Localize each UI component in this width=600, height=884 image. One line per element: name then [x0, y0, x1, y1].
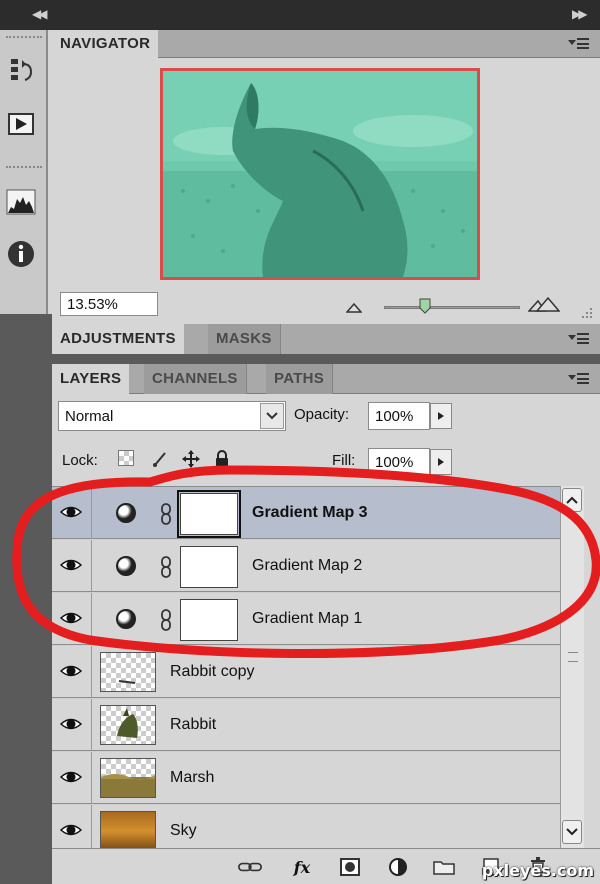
tab-channels[interactable]: CHANNELS	[144, 364, 247, 394]
adjustment-layer-icon	[116, 503, 136, 523]
grip-handle[interactable]	[6, 36, 42, 40]
lock-brush-icon[interactable]	[152, 450, 170, 471]
eye-icon[interactable]	[60, 715, 82, 733]
eye-icon[interactable]	[60, 503, 82, 521]
lock-transparency-icon[interactable]	[118, 450, 136, 468]
layer-row[interactable]: Marsh	[52, 752, 560, 804]
layer-row[interactable]: Gradient Map 1	[52, 593, 560, 645]
fill-arrow-icon[interactable]	[430, 449, 452, 475]
layer-mask-thumbnail[interactable]	[180, 599, 238, 641]
preview-image	[163, 71, 477, 277]
layer-thumbnail[interactable]	[100, 758, 156, 798]
lock-all-icon[interactable]	[214, 450, 230, 471]
panel-menu-icon[interactable]	[568, 373, 590, 385]
layers-header: LAYERS CHANNELS PATHS	[52, 364, 600, 394]
layer-thumbnail[interactable]	[100, 811, 156, 851]
lock-label: Lock:	[62, 452, 98, 469]
double-chevron-right-icon[interactable]: ▶▶	[572, 7, 588, 21]
grip-handle[interactable]	[6, 166, 42, 170]
collapsed-panel-strip	[0, 30, 48, 314]
layer-name[interactable]: Rabbit	[170, 716, 216, 734]
tab-navigator[interactable]: NAVIGATOR	[52, 30, 159, 58]
layer-name[interactable]: Rabbit copy	[170, 663, 255, 681]
history-icon[interactable]	[5, 56, 37, 84]
zoom-slider-thumb[interactable]	[418, 298, 432, 314]
chain-link-icon[interactable]	[160, 503, 172, 525]
layer-row[interactable]: Rabbit copy	[52, 646, 560, 698]
visibility-cell[interactable]	[52, 487, 92, 539]
layer-name[interactable]: Gradient Map 2	[252, 557, 362, 575]
panel-menu-icon[interactable]	[568, 38, 590, 50]
resize-grip-icon[interactable]	[580, 306, 594, 322]
layer-name[interactable]: Marsh	[170, 769, 214, 787]
layer-mask-thumbnail[interactable]	[177, 490, 241, 538]
new-group-icon[interactable]	[432, 857, 456, 877]
eye-icon[interactable]	[60, 609, 82, 627]
scroll-up-icon[interactable]	[562, 488, 582, 512]
zoom-in-icon[interactable]	[527, 296, 561, 315]
layers-panel: LAYERS CHANNELS PATHS Normal Opacity: 10…	[52, 364, 600, 884]
layer-row[interactable]: Gradient Map 2	[52, 540, 560, 592]
zoom-field[interactable]: 13.53%	[60, 292, 158, 316]
navigator-panel: NAVIGATOR 13.53%	[52, 30, 600, 320]
fx-icon[interactable]: fx	[290, 857, 314, 877]
layer-row[interactable]: Gradient Map 3	[52, 487, 560, 539]
scroll-grip[interactable]	[568, 652, 578, 662]
chevron-down-icon[interactable]	[260, 403, 284, 429]
tab-adjustments[interactable]: ADJUSTMENTS	[52, 324, 184, 354]
eye-icon[interactable]	[60, 556, 82, 574]
eye-icon[interactable]	[60, 662, 82, 680]
layer-thumbnail[interactable]	[100, 652, 156, 692]
layer-row[interactable]: Rabbit	[52, 699, 560, 751]
lock-move-icon[interactable]	[182, 450, 200, 471]
watermark: pxleyes.com	[481, 861, 594, 880]
adjustment-layer-icon	[116, 556, 136, 576]
dock-background	[0, 314, 52, 884]
tab-layers[interactable]: LAYERS	[52, 364, 130, 394]
info-icon[interactable]	[5, 240, 37, 268]
layer-name[interactable]: Gradient Map 3	[252, 504, 368, 522]
new-adjustment-icon[interactable]	[386, 857, 410, 877]
opacity-label: Opacity:	[294, 406, 350, 423]
zoom-out-icon[interactable]	[345, 300, 363, 316]
link-layers-icon[interactable]	[238, 857, 262, 877]
fill-label: Fill:	[332, 452, 356, 469]
layer-name[interactable]: Sky	[170, 822, 197, 840]
tab-masks[interactable]: MASKS	[208, 324, 281, 354]
chain-link-icon[interactable]	[160, 556, 172, 578]
layers-scrollbar[interactable]	[560, 486, 584, 848]
histogram-icon[interactable]	[5, 188, 37, 216]
layer-thumbnail[interactable]	[100, 705, 156, 745]
blend-mode-value: Normal	[65, 408, 114, 425]
tab-paths[interactable]: PATHS	[266, 364, 334, 394]
fill-field[interactable]: 100%	[368, 448, 430, 476]
visibility-cell[interactable]	[52, 646, 92, 698]
eye-icon[interactable]	[60, 821, 82, 839]
actions-play-icon[interactable]	[5, 110, 37, 138]
layer-list: Gradient Map 3 Gradient Map 2 Gradient M…	[52, 486, 584, 857]
navigator-preview[interactable]	[160, 68, 480, 280]
fx-label: fx	[293, 857, 311, 877]
adjustment-layer-icon	[116, 609, 136, 629]
zoom-slider[interactable]	[384, 306, 520, 309]
visibility-cell[interactable]	[52, 699, 92, 751]
opacity-field[interactable]: 100%	[368, 402, 430, 430]
eye-icon[interactable]	[60, 768, 82, 786]
add-mask-icon[interactable]	[338, 857, 362, 877]
layer-name[interactable]: Gradient Map 1	[252, 610, 362, 628]
opacity-arrow-icon[interactable]	[430, 403, 452, 429]
panel-menu-icon[interactable]	[568, 333, 590, 345]
adjustments-panel-header: ADJUSTMENTS MASKS	[52, 324, 600, 354]
visibility-cell[interactable]	[52, 540, 92, 592]
blend-mode-select[interactable]: Normal	[58, 401, 286, 431]
layer-mask-thumbnail[interactable]	[180, 546, 238, 588]
visibility-cell[interactable]	[52, 752, 92, 804]
double-chevron-left-icon[interactable]: ◀◀	[32, 7, 48, 21]
chain-link-icon[interactable]	[160, 609, 172, 631]
scroll-down-icon[interactable]	[562, 820, 582, 844]
panel-divider	[52, 354, 600, 364]
panel-dock-topbar: ◀◀ ▶▶	[0, 0, 600, 30]
visibility-cell[interactable]	[52, 593, 92, 645]
navigator-header: NAVIGATOR	[52, 30, 600, 58]
